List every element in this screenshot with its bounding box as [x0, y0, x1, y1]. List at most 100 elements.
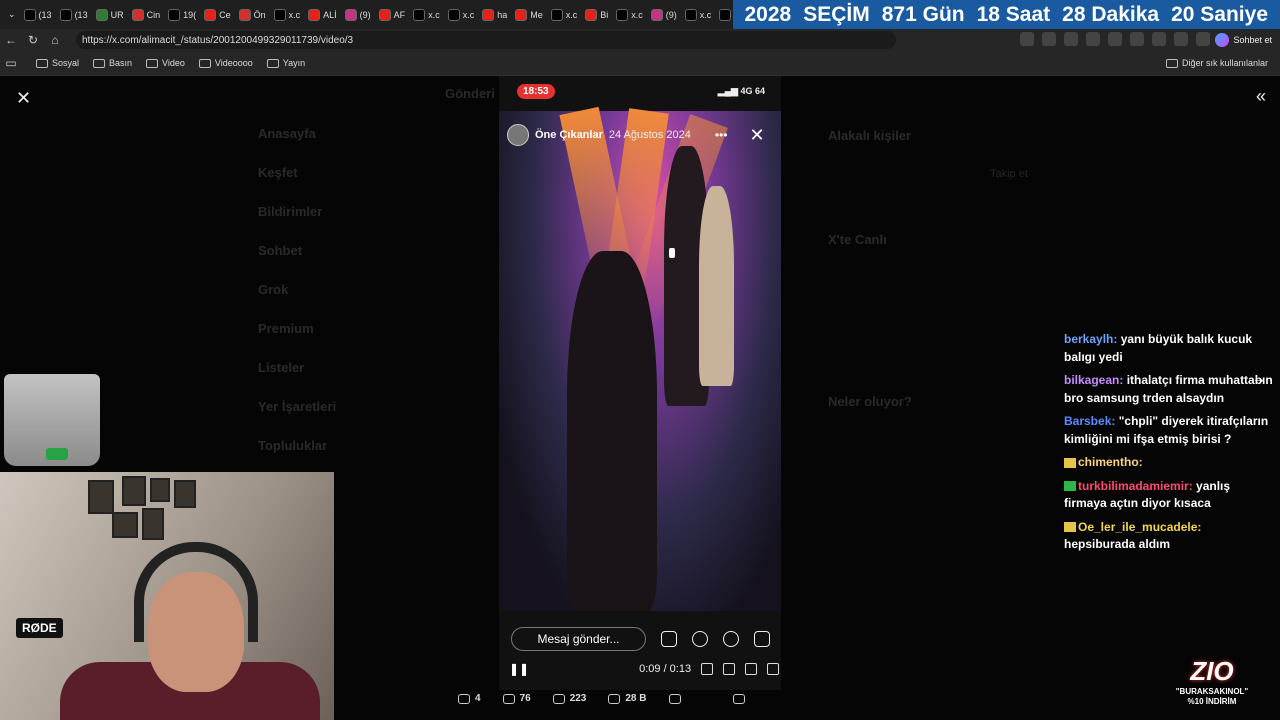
bookmark-folder-basin[interactable]: Basın	[93, 58, 132, 68]
story-header: Öne Çıkanlar 24 Ağustos 2024 ••• ✕	[507, 124, 773, 146]
volume-icon[interactable]	[701, 663, 714, 675]
profile-avatar[interactable]	[1196, 32, 1210, 46]
browser-tab[interactable]: (9)	[341, 0, 375, 29]
browser-tab[interactable]: Cin	[128, 0, 165, 29]
extension-icon[interactable]	[1108, 32, 1122, 46]
x-live-title: X'te Canlı	[828, 232, 887, 247]
background-nav-item: Topluluklar	[258, 438, 328, 453]
reading-list-icon[interactable]: ▭	[0, 56, 22, 70]
countdown-seconds: 20 Saniye	[1171, 2, 1268, 26]
browser-tab[interactable]: Bi	[581, 0, 612, 29]
browser-tab[interactable]: AF	[375, 0, 410, 29]
x-icon	[413, 8, 426, 21]
tab-label: Bi	[600, 9, 609, 20]
chat-badge-icon	[1064, 481, 1076, 492]
extension-icon[interactable]	[1086, 32, 1100, 46]
reload-icon[interactable]: ↻	[22, 33, 44, 47]
pip-icon[interactable]	[745, 663, 758, 675]
send-icon	[754, 631, 770, 647]
browser-tab[interactable]: x.c	[444, 0, 479, 29]
settings-icon[interactable]	[723, 663, 736, 675]
reply-button[interactable]: 4	[458, 693, 481, 704]
browser-tab[interactable]: x.c	[270, 0, 305, 29]
stream-chat-overlay: berkaylh: yanı büyük balık kucuk balıgı …	[1064, 331, 1276, 560]
x-media-viewer: Anasayfa Keşfet Bildirimler Sohbet Grok Premi…	[0, 76, 1280, 720]
background-nav-item: Listeler	[258, 360, 305, 375]
copilot-chat-button[interactable]: Sohbet et	[1215, 32, 1272, 48]
close-icon[interactable]: ✕	[16, 88, 31, 109]
url-field[interactable]: https://x.com/alimacit_/status/200120049…	[76, 31, 896, 49]
browser-tab[interactable]: x.c	[409, 0, 444, 29]
other-bookmarks[interactable]: Diğer sık kullanılanlar	[1165, 58, 1268, 68]
message-input: Mesaj gönder...	[511, 627, 646, 651]
chat-text: hepsiburada aldım	[1064, 537, 1171, 551]
collapse-panel-icon[interactable]: «	[1256, 86, 1266, 107]
background-nav-item: Premium	[258, 321, 314, 336]
browser-tab[interactable]: (13	[56, 0, 92, 29]
chat-username: Barsbek	[1064, 414, 1112, 428]
collections-icon[interactable]	[1174, 32, 1188, 46]
extension-icon[interactable]	[1042, 32, 1056, 46]
story-avatar	[507, 124, 529, 146]
bookmark-folder-sosyal[interactable]: Sosyal	[36, 58, 79, 68]
x-icon	[550, 8, 563, 21]
chat-username: chimentho	[1078, 455, 1139, 469]
fullscreen-icon[interactable]	[767, 663, 780, 675]
reply-icon	[458, 693, 470, 704]
tab-actions-icon[interactable]: ⌄	[4, 0, 20, 29]
share-button[interactable]	[668, 693, 681, 704]
views-button[interactable]: 28 B	[608, 693, 647, 704]
tab-label: (13	[38, 9, 52, 20]
repost-button[interactable]: 76	[502, 693, 531, 704]
video-controls: ❚❚ 0:09 / 0:13	[499, 656, 781, 682]
browser-tab[interactable]: Me	[511, 0, 547, 29]
browser-tab[interactable]: Ce	[200, 0, 235, 29]
browser-tab[interactable]: x.c	[612, 0, 647, 29]
favorites-icon[interactable]	[1152, 32, 1166, 46]
x-icon	[273, 8, 286, 21]
toolbar-icons	[1020, 32, 1210, 46]
like-button[interactable]: 223	[552, 693, 586, 704]
copilot-chat-label: Sohbet et	[1233, 35, 1272, 45]
x-icon	[59, 8, 72, 21]
bookmark-label: Yayın	[282, 58, 306, 68]
video-player[interactable]: 18:53 ▂▄▆ 4G 64 Öne Çıkanlar 24 Ağustos …	[499, 76, 781, 690]
chat-username: Oe_ler_ile_mucadele	[1078, 519, 1198, 534]
browser-tab[interactable]: x.c	[547, 0, 582, 29]
browser-tab[interactable]: x.c	[681, 0, 716, 29]
extension-icon[interactable]	[1130, 32, 1144, 46]
wall-frame	[150, 478, 170, 502]
countdown-hours: 18 Saat	[976, 2, 1051, 26]
browser-tab[interactable]: (13	[20, 0, 56, 29]
bookmark-folder-videoooo[interactable]: Videoooo	[198, 58, 253, 68]
bookmark-folder-video[interactable]: Video	[146, 58, 185, 68]
post-header-title: Gönderi	[445, 86, 495, 101]
browser-tab[interactable]: 19(	[164, 0, 200, 29]
follow-button: Takip et	[990, 168, 1028, 180]
extension-icon[interactable]	[1064, 32, 1078, 46]
trending-title: Neler oluyor?	[828, 394, 912, 409]
countdown-minutes: 28 Dakika	[1062, 2, 1160, 26]
browser-tab[interactable]: ALİ	[304, 0, 341, 29]
comment-icon	[723, 631, 739, 647]
browser-tab[interactable]: ha	[478, 0, 511, 29]
tab-label: Cin	[146, 9, 161, 20]
browser-tab[interactable]: UR	[92, 0, 128, 29]
youtube-icon	[482, 8, 495, 21]
concert-video-frame	[499, 106, 781, 611]
folder-icon	[36, 58, 48, 68]
address-bar-row: ← ↻ ⌂ https://x.com/alimacit_/status/200…	[0, 29, 1280, 51]
mouse-cursor-icon	[669, 248, 675, 258]
tab-label: x.c	[699, 9, 712, 20]
share-icon	[668, 693, 681, 704]
bookmark-folder-yayin[interactable]: Yayın	[266, 58, 306, 68]
back-arrow-icon[interactable]: ←	[0, 33, 22, 47]
wall-frame	[174, 480, 196, 508]
download-button[interactable]	[732, 693, 745, 704]
browser-tab[interactable]: Ön	[235, 0, 270, 29]
browser-tab[interactable]: (9)	[647, 0, 681, 29]
extension-icon[interactable]	[1020, 32, 1034, 46]
pause-icon[interactable]: ❚❚	[509, 662, 529, 676]
home-icon[interactable]: ⌂	[44, 33, 66, 47]
x-icon	[23, 8, 36, 21]
